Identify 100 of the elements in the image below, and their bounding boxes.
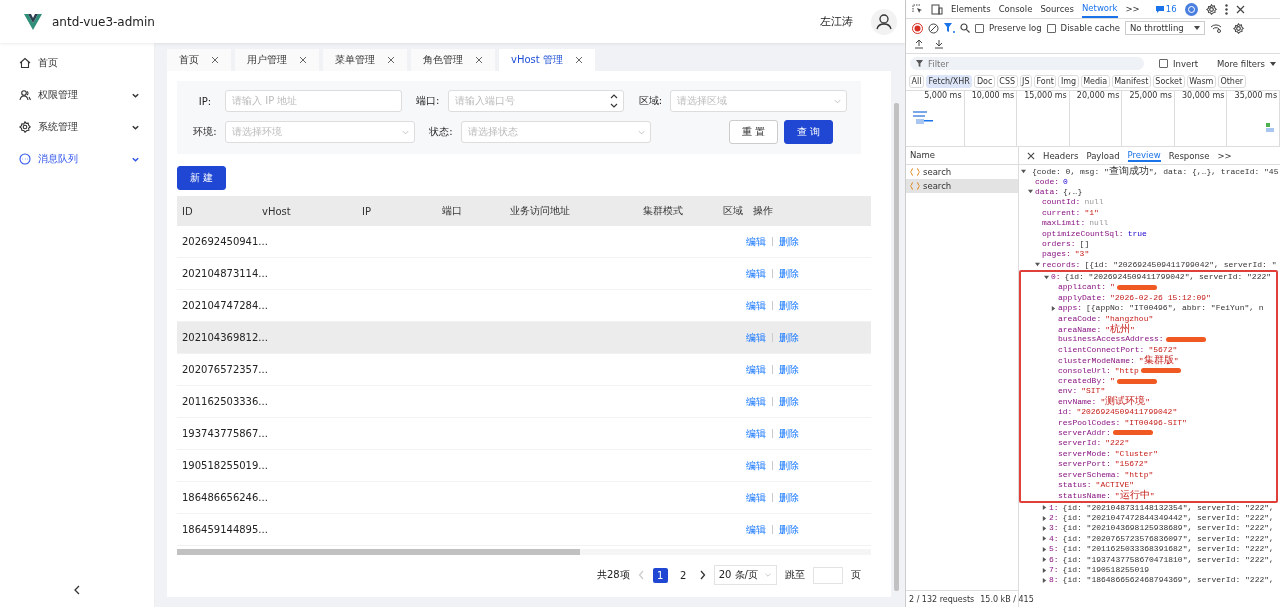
- user-name[interactable]: 左江涛: [820, 14, 853, 29]
- delete-link[interactable]: 删除: [779, 362, 799, 377]
- delete-link[interactable]: 删除: [779, 522, 799, 537]
- type-filter-chip[interactable]: Socket: [1152, 75, 1185, 88]
- inspect-icon[interactable]: [912, 3, 923, 15]
- issues-count[interactable]: 16: [1165, 4, 1177, 14]
- more-tabs-button[interactable]: >>: [1125, 4, 1140, 14]
- delete-link[interactable]: 删除: [779, 234, 799, 249]
- type-filter-chip[interactable]: Other: [1217, 75, 1246, 88]
- request-row[interactable]: search: [923, 181, 952, 191]
- expand-arrow-icon[interactable]: [1042, 505, 1047, 511]
- delete-link[interactable]: 删除: [779, 330, 799, 345]
- filter-field[interactable]: Filter: [928, 58, 950, 69]
- upload-icon[interactable]: [914, 39, 924, 49]
- type-filter-chip[interactable]: CSS: [996, 75, 1018, 88]
- edit-link[interactable]: 编辑: [746, 362, 766, 377]
- table-row[interactable]: 202104369812... 编辑 删除: [177, 322, 871, 354]
- checkbox[interactable]: [975, 23, 984, 33]
- next-page-icon[interactable]: [698, 570, 706, 580]
- checkbox[interactable]: [1159, 59, 1169, 68]
- jump-input[interactable]: [813, 566, 843, 584]
- message-icon[interactable]: [1155, 5, 1164, 13]
- close-icon[interactable]: [1027, 151, 1035, 160]
- clear-icon[interactable]: [928, 22, 939, 34]
- devtools-tab[interactable]: Network: [1082, 0, 1118, 18]
- request-row[interactable]: search: [923, 167, 952, 177]
- edit-link[interactable]: 编辑: [746, 394, 766, 409]
- reset-button[interactable]: 重 置: [728, 120, 778, 144]
- type-filter-chip[interactable]: Fetch/XHR: [925, 75, 973, 88]
- devtools-tab[interactable]: Sources: [1040, 1, 1074, 17]
- scrollbar[interactable]: [177, 549, 580, 555]
- edit-link[interactable]: 编辑: [746, 266, 766, 281]
- settings-icon[interactable]: [1232, 22, 1244, 34]
- detail-tab[interactable]: Response: [1168, 150, 1210, 161]
- edit-link[interactable]: 编辑: [746, 522, 766, 537]
- close-icon[interactable]: [387, 56, 395, 64]
- type-filter-chip[interactable]: Img: [1058, 75, 1079, 88]
- scrollbar[interactable]: [894, 103, 899, 591]
- user-icon[interactable]: [871, 8, 897, 35]
- edit-link[interactable]: 编辑: [746, 234, 766, 249]
- delete-link[interactable]: 删除: [779, 426, 799, 441]
- expand-arrow-icon[interactable]: [1042, 557, 1047, 563]
- delete-link[interactable]: 删除: [779, 394, 799, 409]
- devtools-tab[interactable]: Console: [998, 1, 1033, 17]
- caret-icon[interactable]: [1270, 61, 1276, 66]
- expand-arrow-icon[interactable]: [1035, 262, 1040, 268]
- stepper-icon[interactable]: [609, 92, 620, 110]
- more-filters-dropdown[interactable]: More filters: [1217, 58, 1265, 69]
- edit-link[interactable]: 编辑: [746, 458, 766, 473]
- delete-link[interactable]: 删除: [779, 266, 799, 281]
- close-icon[interactable]: [475, 56, 483, 64]
- type-filter-chip[interactable]: Media: [1080, 75, 1110, 88]
- expand-arrow-icon[interactable]: [1044, 274, 1049, 280]
- delete-link[interactable]: 删除: [779, 458, 799, 473]
- expand-arrow-icon[interactable]: [1051, 305, 1056, 311]
- new-button[interactable]: 新 建: [177, 166, 227, 190]
- filter-icon[interactable]: [944, 23, 955, 33]
- expand-arrow-icon[interactable]: [1028, 189, 1033, 195]
- edit-link[interactable]: 编辑: [746, 426, 766, 441]
- edit-link[interactable]: 编辑: [746, 330, 766, 345]
- expand-arrow-icon[interactable]: [1042, 567, 1047, 573]
- type-filter-chip[interactable]: Doc: [974, 75, 995, 88]
- expand-arrow-icon[interactable]: [1042, 525, 1047, 531]
- delete-link[interactable]: 删除: [779, 298, 799, 313]
- page-button[interactable]: 1: [652, 567, 668, 583]
- search-icon[interactable]: [960, 23, 970, 33]
- detail-tab[interactable]: Headers: [1043, 150, 1079, 161]
- sidebar-item[interactable]: 系统管理: [38, 120, 124, 134]
- kebab-menu-icon[interactable]: [1224, 3, 1228, 15]
- edit-link[interactable]: 编辑: [746, 490, 766, 505]
- profile-icon[interactable]: [1184, 2, 1198, 16]
- type-filter-chip[interactable]: Wasm: [1186, 75, 1216, 88]
- page-button[interactable]: 2: [675, 567, 691, 583]
- detail-tab[interactable]: Payload: [1086, 150, 1120, 161]
- expand-arrow-icon[interactable]: [1042, 577, 1047, 583]
- type-filter-chip[interactable]: All: [909, 75, 924, 88]
- sidebar-item[interactable]: 权限管理: [38, 88, 124, 102]
- detail-tab[interactable]: Preview: [1127, 149, 1161, 162]
- network-conditions-icon[interactable]: [1209, 23, 1222, 33]
- expand-arrow-icon[interactable]: [1042, 515, 1047, 521]
- type-filter-chip[interactable]: Font: [1034, 75, 1057, 88]
- close-icon[interactable]: [299, 56, 307, 64]
- sidebar-item[interactable]: 首页: [38, 56, 140, 70]
- checkbox[interactable]: [1046, 23, 1056, 33]
- more-tabs-button[interactable]: >>: [1217, 150, 1232, 161]
- record-icon[interactable]: [912, 22, 923, 34]
- collapse-icon[interactable]: [73, 585, 81, 595]
- type-filter-chip[interactable]: Manifest: [1111, 75, 1151, 88]
- expand-arrow-icon[interactable]: [1042, 536, 1047, 542]
- type-filter-chip[interactable]: JS: [1019, 75, 1032, 88]
- query-button[interactable]: 查 询: [783, 120, 833, 144]
- close-icon[interactable]: [574, 56, 583, 64]
- device-icon[interactable]: [931, 3, 943, 15]
- edit-link[interactable]: 编辑: [746, 298, 766, 313]
- devtools-tab[interactable]: Elements: [951, 1, 991, 17]
- close-icon[interactable]: [1235, 4, 1245, 14]
- expand-arrow-icon[interactable]: [1042, 546, 1047, 552]
- sidebar-item[interactable]: 消息队列: [38, 152, 124, 166]
- close-icon[interactable]: [211, 56, 219, 64]
- page-tab[interactable]: 首页: [179, 53, 199, 67]
